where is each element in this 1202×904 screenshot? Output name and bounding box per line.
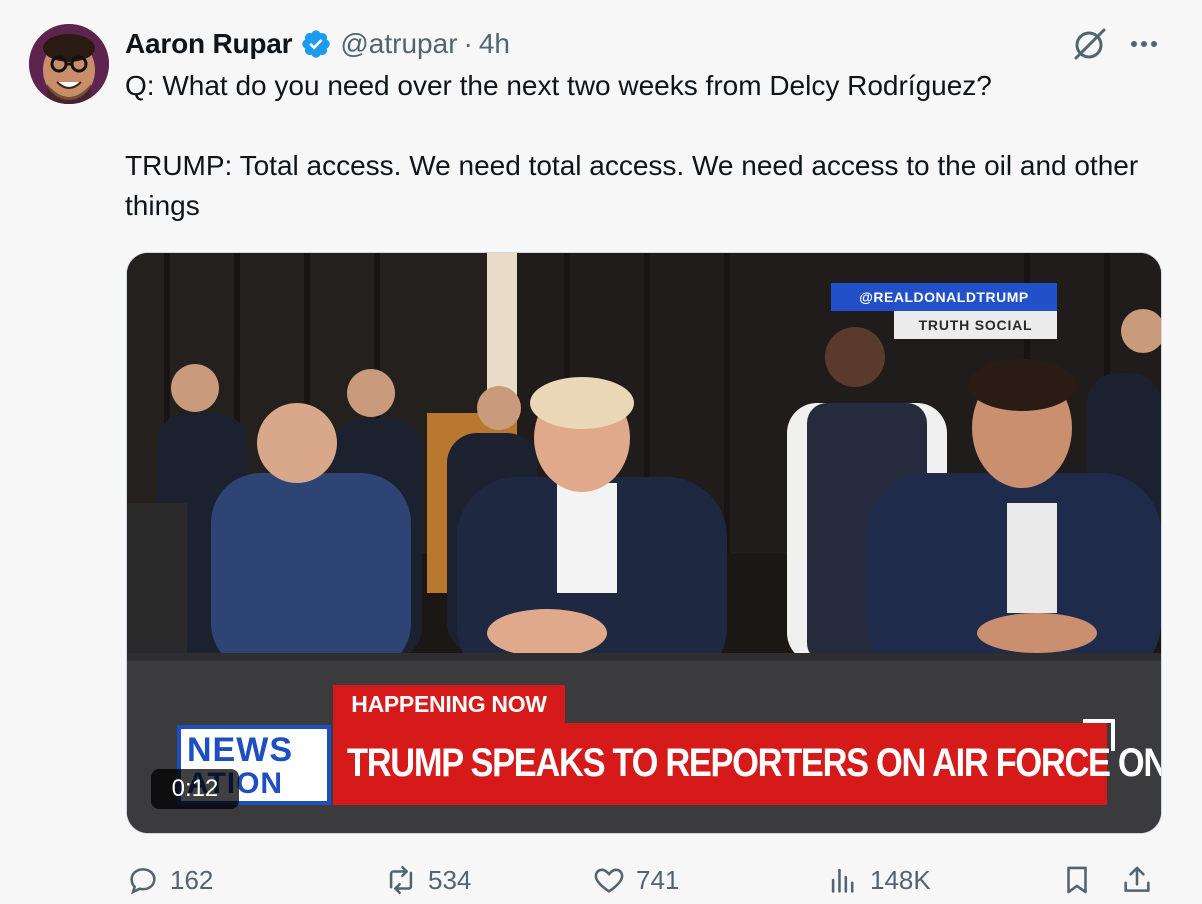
author-name[interactable]: Aaron Rupar: [125, 28, 293, 60]
more-icon[interactable]: [1126, 30, 1162, 58]
headline-text: TRUMP SPEAKS TO REPORTERS ON AIR FORCE O…: [347, 741, 1162, 785]
grok-icon[interactable]: [1070, 24, 1110, 64]
reply-button[interactable]: 162: [126, 858, 213, 902]
tweet-answer: TRUMP: Total access. We need total acces…: [125, 150, 1139, 221]
reply-count: 162: [170, 864, 214, 895]
like-button[interactable]: 741: [592, 858, 679, 902]
share-button[interactable]: [1120, 858, 1154, 902]
repost-button[interactable]: 534: [384, 858, 471, 902]
views-button[interactable]: 148K: [826, 858, 931, 902]
reply-icon: [130, 868, 156, 895]
lower-third-headline: TRUMP SPEAKS TO REPORTERS ON AIR FORCE O…: [333, 723, 1161, 805]
share-icon: [1124, 866, 1150, 892]
views-icon: [831, 868, 854, 893]
bookmark-icon: [1067, 866, 1087, 894]
video-duration: 0:12: [151, 769, 239, 809]
author-handle[interactable]: @atrupar: [340, 28, 457, 60]
repost-count: 534: [428, 864, 472, 895]
overlay-platform: TRUTH SOCIAL: [894, 311, 1057, 339]
video-player[interactable]: @REALDONALDTRUMP TRUTH SOCIAL HAPPENING …: [126, 252, 1162, 834]
network-logo-line1: NEWS: [187, 731, 293, 769]
tweet-header: Aaron Rupar @atrupar · 4h: [125, 26, 510, 62]
verified-badge-icon: [302, 30, 331, 58]
action-bar: 162 534 741 148K: [126, 858, 1166, 902]
tweet-text: Q: What do you need over the next two we…: [125, 66, 1175, 226]
separator-dot: ·: [463, 28, 473, 59]
repost-icon: [389, 865, 413, 895]
bookmark-button[interactable]: [1060, 858, 1094, 902]
avatar[interactable]: [29, 24, 109, 104]
lower-third-tag: HAPPENING NOW: [333, 685, 565, 723]
corner-mark: [1083, 719, 1115, 751]
avatar-image: [29, 24, 109, 104]
views-count: 148K: [870, 864, 931, 895]
like-count: 741: [636, 864, 680, 895]
like-icon: [594, 868, 624, 893]
timestamp[interactable]: 4h: [479, 28, 510, 60]
tweet-question: Q: What do you need over the next two we…: [125, 70, 992, 101]
overlay-handle: @REALDONALDTRUMP: [831, 283, 1057, 311]
